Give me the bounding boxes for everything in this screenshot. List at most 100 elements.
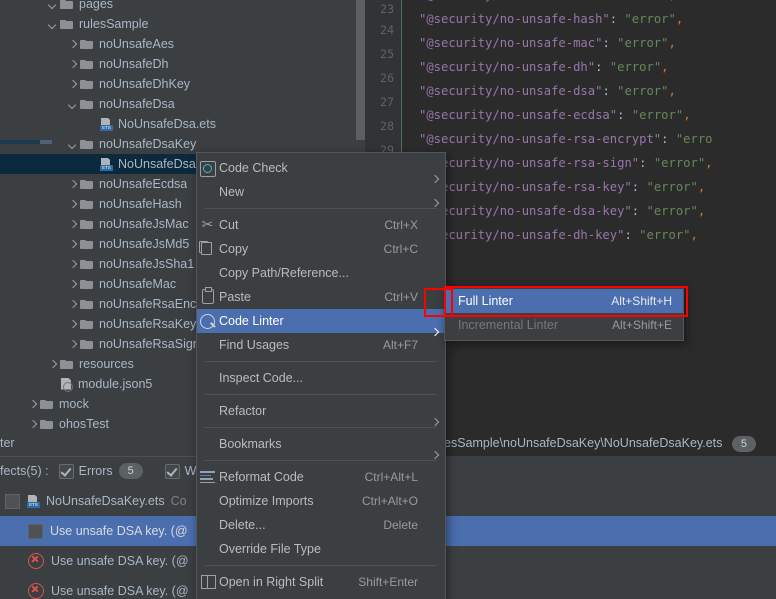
menu-item-find-usages[interactable]: Find Usages Alt+F7 xyxy=(197,333,445,357)
chevron-right-icon[interactable] xyxy=(68,300,77,309)
menu-item-code-linter[interactable]: Code Linter xyxy=(197,309,445,333)
line-number: 24 xyxy=(380,23,394,37)
menu-item-icon-slot xyxy=(197,261,219,285)
errors-checkbox[interactable] xyxy=(58,463,74,479)
chevron-down-icon[interactable] xyxy=(68,100,77,109)
chevron-right-icon[interactable] xyxy=(28,400,37,409)
defects-label: fects(5) : xyxy=(0,464,49,478)
code-line[interactable]: "@security/no-unsafe-dh": "error", xyxy=(402,55,776,79)
code-token-sep: : xyxy=(609,12,625,26)
tree-item-nounsafedsakey[interactable]: noUnsafeDsaKey xyxy=(0,134,356,154)
code-line[interactable]: "@security/no-unsafe-ecdsa": "error", xyxy=(402,103,776,127)
code-token-comma: , xyxy=(690,228,698,242)
code-line[interactable]: "@security/no-unsafe-hash": "error", xyxy=(402,7,776,31)
code-line[interactable]: "@security/no-unsafe-rsa-key": "error", xyxy=(402,175,776,199)
chevron-right-icon[interactable] xyxy=(68,200,77,209)
submenu-item-incremental-linter[interactable]: Incremental Linter Alt+Shift+E xyxy=(445,313,683,337)
menu-item-override-file-type[interactable]: Override File Type xyxy=(197,537,445,561)
menu-item-code-check[interactable]: Code Check xyxy=(197,156,445,180)
folder-icon xyxy=(80,59,94,70)
menu-item-open-in[interactable]: Open In xyxy=(197,594,445,599)
menu-item-reformat-code[interactable]: Reformat Code Ctrl+Alt+L xyxy=(197,465,445,489)
chevron-right-icon[interactable] xyxy=(28,420,37,429)
code-line[interactable]: "@security/no-unsafe-dh-key": "error", xyxy=(402,223,776,247)
menu-item-delete[interactable]: Delete... Delete xyxy=(197,513,445,537)
tree-item-nounsafedsa-ets[interactable]: ETS NoUnsafeDsa.ets xyxy=(0,114,356,134)
line-number: 26 xyxy=(380,71,394,85)
chevron-right-icon[interactable] xyxy=(68,220,77,229)
tree-item-nounsafedsa[interactable]: noUnsafeDsa xyxy=(0,94,356,114)
folder-icon xyxy=(80,199,94,210)
tree-hscrollbar-left[interactable] xyxy=(0,140,40,144)
tree-item-nounsafeaes[interactable]: noUnsafeAes xyxy=(0,34,356,54)
submenu-item-full-linter[interactable]: Full Linter Alt+Shift+H xyxy=(445,289,683,313)
menu-item-icon-slot xyxy=(197,594,219,599)
code-linter-submenu[interactable]: Full Linter Alt+Shift+H Incremental Linter… xyxy=(444,286,684,341)
menu-item-shortcut: Alt+F7 xyxy=(382,338,418,352)
menu-item-icon-slot xyxy=(197,399,219,423)
menu-item-label: Refactor xyxy=(219,404,267,418)
menu-item-copy[interactable]: Copy Ctrl+C xyxy=(197,237,445,261)
code-line[interactable]: "@security/no-unsafe-mac": "error", xyxy=(402,31,776,55)
menu-item-copy-path-reference[interactable]: Copy Path/Reference... xyxy=(197,261,445,285)
chevron-right-icon[interactable] xyxy=(68,40,77,49)
tree-item-pages[interactable]: pages xyxy=(0,0,356,14)
menu-item-paste[interactable]: Paste Ctrl+V xyxy=(197,285,445,309)
code-line[interactable]: "@security/no-unsafe-rsa-sign": "error", xyxy=(402,151,776,175)
chevron-right-icon[interactable] xyxy=(68,60,77,69)
folder-icon xyxy=(80,299,94,310)
chevron-right-icon[interactable] xyxy=(68,180,77,189)
code-check-icon xyxy=(197,156,219,180)
menu-item-optimize-imports[interactable]: Optimize Imports Ctrl+Alt+O xyxy=(197,489,445,513)
chevron-right-icon[interactable] xyxy=(68,80,77,89)
chevron-right-icon[interactable] xyxy=(68,260,77,269)
filter-text: ter xyxy=(0,436,15,450)
chevron-right-icon[interactable] xyxy=(68,320,77,329)
menu-item-bookmarks[interactable]: Bookmarks xyxy=(197,432,445,456)
folder-icon xyxy=(80,219,94,230)
menu-item-open-in-right-split[interactable]: Open in Right Split Shift+Enter xyxy=(197,570,445,594)
menu-separator xyxy=(205,460,437,461)
tree-item-label: noUnsafeJsMd5 xyxy=(99,237,190,251)
checkbox-square-icon[interactable] xyxy=(5,493,20,509)
menu-item-inspect-code[interactable]: Inspect Code... xyxy=(197,366,445,390)
submenu-item-shortcut: Alt+Shift+H xyxy=(611,294,672,308)
tree-item-rulessample[interactable]: rulesSample xyxy=(0,14,356,34)
warnings-checkbox[interactable] xyxy=(164,463,180,479)
folder-icon xyxy=(80,99,94,110)
tree-item-nounsafedh[interactable]: noUnsafeDh xyxy=(0,54,356,74)
chevron-down-icon[interactable] xyxy=(68,140,77,149)
code-token-comma: , xyxy=(661,60,669,74)
menu-item-new[interactable]: New xyxy=(197,180,445,204)
editor-code-area[interactable]: "@security/no-unsafe-aes": "error","@sec… xyxy=(402,0,776,463)
menu-separator xyxy=(205,427,437,428)
tree-item-label: noUnsafeJsSha1 xyxy=(99,257,195,271)
menu-item-label: Copy Path/Reference... xyxy=(219,266,349,280)
code-line[interactable]: "@security/no-unsafe-aes": "error", xyxy=(402,0,776,7)
menu-item-refactor[interactable]: Refactor xyxy=(197,399,445,423)
chevron-down-icon[interactable] xyxy=(48,20,57,29)
tree-scrollbar-thumb[interactable] xyxy=(356,0,365,140)
code-line[interactable]: "@security/no-unsafe-rsa-encrypt": "erro xyxy=(402,127,776,151)
code-line[interactable]: "@security/no-unsafe-dsa-key": "error", xyxy=(402,199,776,223)
tree-item-nounsafedhkey[interactable]: noUnsafeDhKey xyxy=(0,74,356,94)
checkbox-square-icon[interactable] xyxy=(28,523,43,539)
chevron-right-icon[interactable] xyxy=(68,280,77,289)
menu-item-icon-slot xyxy=(197,513,219,537)
folder-icon xyxy=(80,259,94,270)
submenu-item-shortcut: Alt+Shift+E xyxy=(611,318,672,332)
context-menu[interactable]: Code Check New ✂ Cut Ctrl+X Copy Ctrl+C Copy Pa… xyxy=(196,152,446,599)
error-icon xyxy=(28,583,44,599)
chevron-right-icon[interactable] xyxy=(68,240,77,249)
menu-item-label: Paste xyxy=(219,290,251,304)
ets-file-icon: ETS xyxy=(100,157,113,171)
code-line[interactable]: "@security/no-unsafe-dsa": "error", xyxy=(402,79,776,103)
menu-item-cut[interactable]: ✂ Cut Ctrl+X xyxy=(197,213,445,237)
code-token-value: "error" xyxy=(617,36,669,50)
chevron-right-icon[interactable] xyxy=(68,340,77,349)
chevron-down-icon[interactable] xyxy=(48,0,57,9)
menu-item-label: Cut xyxy=(219,218,239,232)
chevron-right-icon[interactable] xyxy=(48,360,57,369)
tree-hscrollbar-thumb[interactable] xyxy=(40,140,52,144)
